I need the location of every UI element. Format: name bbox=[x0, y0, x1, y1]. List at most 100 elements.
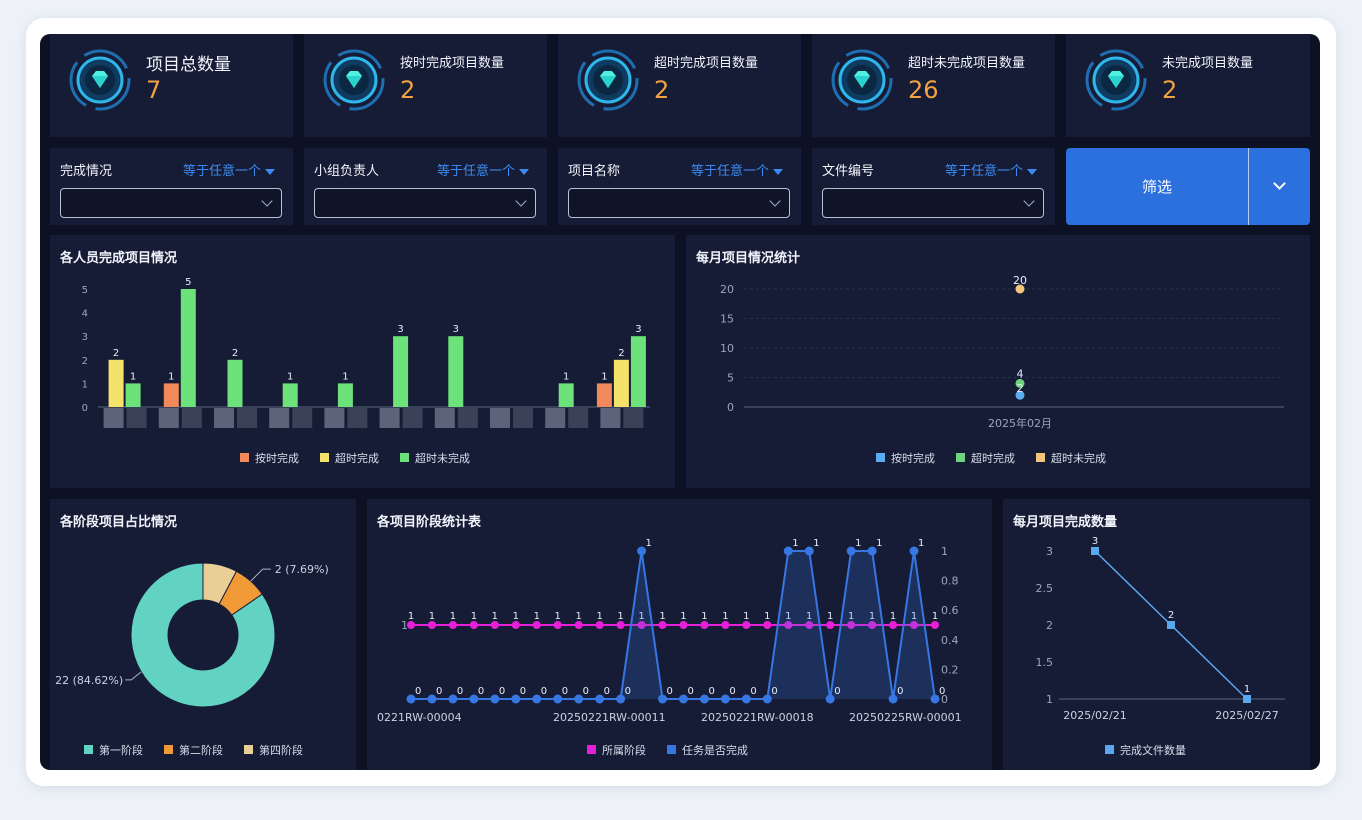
bar bbox=[180, 289, 196, 407]
point-value-label: 1 bbox=[827, 611, 833, 622]
legend-swatch bbox=[240, 453, 249, 462]
bar bbox=[630, 336, 646, 407]
point-value-label: 1 bbox=[408, 611, 414, 622]
x-tick-avatar bbox=[324, 408, 345, 428]
point-value-label: 0 bbox=[478, 686, 484, 697]
filter-options-button[interactable] bbox=[1249, 148, 1310, 225]
filter-operator-label: 等于任意一个 bbox=[944, 164, 1023, 179]
point-value-label: 3 bbox=[1092, 536, 1098, 547]
filter-value-select[interactable] bbox=[822, 188, 1044, 218]
point-value-label: 1 bbox=[722, 611, 728, 622]
point-value-label: 0 bbox=[708, 686, 714, 697]
x-tick-label: 2025/02/21 bbox=[1063, 709, 1126, 722]
y-tick-label: 1 bbox=[1046, 693, 1053, 706]
point-value-label: 0 bbox=[562, 686, 568, 697]
series-point bbox=[931, 621, 939, 629]
x-tick-avatar bbox=[379, 408, 400, 428]
point-value-label: 1 bbox=[918, 538, 924, 549]
legend-label: 第四阶段 bbox=[259, 743, 303, 757]
bar-chart: 0 1 2 3 4 5 2 1 1 5 2 1 1 3 3 1 1 2 3 按时完成 超时完成 超时未完成 bbox=[82, 277, 650, 465]
y-tick-label: 2 bbox=[82, 356, 88, 367]
series-point bbox=[448, 621, 457, 629]
x-tick-avatar bbox=[347, 408, 368, 428]
bar bbox=[108, 359, 124, 407]
kpi-value: 2 bbox=[400, 76, 416, 104]
filter-operator-dropdown[interactable]: 等于任意一个 bbox=[945, 160, 1037, 179]
slice-label: 22 (84.62%) bbox=[55, 674, 123, 687]
x-tick-avatar bbox=[103, 408, 124, 428]
diamond-icon bbox=[323, 49, 385, 111]
bar-value-label: 3 bbox=[397, 324, 403, 335]
bar bbox=[448, 336, 464, 407]
line-chart: 1 1.5 2 2.5 3 3 2 1 2025/02/21 2025/02/27 完成文件数量 bbox=[1036, 536, 1285, 757]
legend-label: 按时完成 bbox=[891, 451, 935, 465]
legend-swatch bbox=[1105, 745, 1114, 754]
point-value-label: 0 bbox=[939, 686, 945, 697]
bar-value-label: 2 bbox=[618, 348, 624, 359]
series-point bbox=[742, 621, 751, 629]
series-point bbox=[469, 621, 478, 629]
legend-label: 任务是否完成 bbox=[682, 743, 748, 757]
point-value-label: 1 bbox=[617, 611, 623, 622]
point-value-label: 1 bbox=[450, 611, 456, 622]
y-tick-label: 10 bbox=[720, 342, 734, 355]
legend-label: 超时未完成 bbox=[415, 451, 470, 465]
label-leader-line bbox=[125, 671, 142, 681]
slice-label: 2 (7.69%) bbox=[275, 563, 329, 576]
x-tick-avatar bbox=[490, 408, 510, 428]
point-value-label: 1 bbox=[429, 611, 435, 622]
point-value-label: 0 bbox=[750, 686, 756, 697]
bar-value-label: 5 bbox=[185, 277, 191, 288]
y-tick-label: 2.5 bbox=[1036, 582, 1054, 595]
legend-label: 超时完成 bbox=[335, 451, 379, 465]
point-value-label: 1 bbox=[890, 611, 896, 622]
filter-value-select[interactable] bbox=[568, 188, 790, 218]
point-value-label: 1 bbox=[743, 611, 749, 622]
series-point bbox=[574, 621, 583, 629]
series-point bbox=[511, 621, 520, 629]
legend-swatch bbox=[1036, 453, 1045, 462]
bar-value-label: 2 bbox=[113, 348, 119, 359]
point-value-label: 0 bbox=[436, 686, 442, 697]
legend-swatch bbox=[164, 745, 173, 754]
point-value-label: 0 bbox=[499, 686, 505, 697]
kpi-label: 项目总数量 bbox=[146, 55, 231, 75]
point-value-label: 2 bbox=[1168, 610, 1174, 621]
filter-file-number: 文件编号 等于任意一个 bbox=[812, 148, 1055, 225]
kpi-card-late-undone: 超时未完成项目数量 26 bbox=[812, 34, 1055, 137]
label-leader-line bbox=[250, 568, 271, 582]
caret-down-icon bbox=[773, 168, 783, 175]
series-point bbox=[532, 621, 541, 629]
x-tick-avatar bbox=[181, 408, 202, 428]
x-tick-label: 20250225RW-00001 bbox=[849, 711, 962, 724]
bar bbox=[613, 359, 629, 407]
kpi-value: 2 bbox=[1162, 76, 1178, 104]
legend-label: 完成文件数量 bbox=[1120, 743, 1186, 757]
legend-label: 第一阶段 bbox=[99, 743, 143, 757]
caret-down-icon bbox=[519, 168, 529, 175]
filter-operator-dropdown[interactable]: 等于任意一个 bbox=[437, 160, 529, 179]
filter-button[interactable]: 筛选 bbox=[1066, 148, 1248, 225]
kpi-card-ontime: 按时完成项目数量 2 bbox=[304, 34, 547, 137]
legend-swatch bbox=[956, 453, 965, 462]
bar bbox=[227, 359, 243, 407]
kpi-label: 超时完成项目数量 bbox=[654, 56, 759, 71]
kpi-card-undone: 未完成项目数量 2 bbox=[1066, 34, 1310, 137]
kpi-label: 超时未完成项目数量 bbox=[908, 56, 1026, 71]
point-value-label: 1 bbox=[1244, 684, 1250, 695]
point-value-label: 1 bbox=[555, 611, 561, 622]
y-tick-label: 0 bbox=[82, 403, 88, 414]
x-tick-avatar bbox=[292, 408, 313, 428]
bar-value-label: 1 bbox=[130, 371, 136, 382]
filter-operator-dropdown[interactable]: 等于任意一个 bbox=[691, 160, 783, 179]
kpi-label: 未完成项目数量 bbox=[1162, 56, 1254, 71]
filter-value-select[interactable] bbox=[314, 188, 536, 218]
y-tick-label: 3 bbox=[1046, 545, 1053, 558]
y-tick-label: 2 bbox=[1046, 619, 1053, 632]
y-tick-label: 1 bbox=[941, 545, 948, 558]
filter-operator-dropdown[interactable]: 等于任意一个 bbox=[183, 160, 275, 179]
kpi-value: 26 bbox=[908, 76, 939, 104]
point-value-label: 0 bbox=[687, 686, 693, 697]
chevron-down-icon bbox=[1273, 177, 1286, 190]
filter-value-select[interactable] bbox=[60, 188, 282, 218]
